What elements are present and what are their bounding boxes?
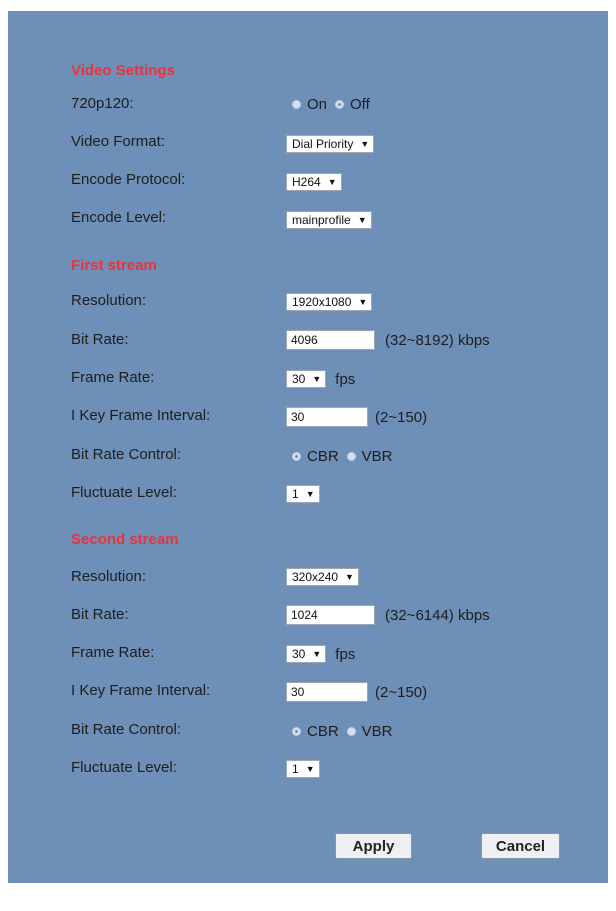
- first-key-frame-hint: (2~150): [375, 408, 428, 426]
- first-frame-rate-select[interactable]: 30 ▼: [286, 370, 327, 388]
- video-settings-panel: Video Settings 720p120: On Off Video For…: [8, 11, 608, 883]
- chevron-down-icon: ▼: [312, 374, 322, 384]
- second-frame-rate-select[interactable]: 30 ▼: [286, 645, 327, 663]
- first-stream-title: First stream: [71, 257, 157, 274]
- first-bit-rate-label: Bit Rate:: [71, 331, 129, 348]
- first-resolution-label: Resolution:: [71, 292, 147, 309]
- chevron-down-icon: ▼: [327, 177, 337, 187]
- first-resolution-select[interactable]: 1920x1080 ▼: [286, 293, 373, 311]
- second-bit-rate-label: Bit Rate:: [71, 606, 129, 623]
- first-vbr-radio[interactable]: [346, 451, 356, 461]
- first-bit-rate-control-group: CBR VBR: [284, 446, 393, 466]
- second-cbr-label: CBR: [307, 722, 339, 740]
- second-vbr-radio[interactable]: [346, 726, 356, 736]
- first-key-frame-label: I Key Frame Interval:: [71, 407, 211, 424]
- second-frame-rate-label: Frame Rate:: [71, 644, 155, 661]
- first-frame-rate-value: 30: [292, 372, 306, 386]
- first-bit-rate-control-label: Bit Rate Control:: [71, 446, 182, 463]
- first-vbr-label: VBR: [361, 447, 393, 465]
- first-cbr-radio[interactable]: [292, 451, 301, 461]
- encode-protocol-label: Encode Protocol:: [71, 171, 186, 188]
- second-frame-rate-unit: fps: [335, 645, 356, 663]
- p720-radio-group: On Off: [284, 94, 370, 114]
- chevron-down-icon: ▼: [360, 139, 370, 149]
- second-vbr-label: VBR: [361, 722, 393, 740]
- second-bit-rate-control-group: CBR VBR: [284, 721, 393, 741]
- encode-protocol-value: H264: [292, 175, 321, 189]
- chevron-down-icon: ▼: [305, 489, 315, 499]
- second-cbr-radio[interactable]: [292, 726, 301, 736]
- second-bit-rate-control-label: Bit Rate Control:: [71, 721, 182, 738]
- second-fluctuate-value: 1: [292, 762, 299, 776]
- first-fluctuate-select[interactable]: 1 ▼: [286, 485, 320, 503]
- first-frame-rate-label: Frame Rate:: [71, 369, 155, 386]
- first-frame-rate-unit: fps: [335, 370, 356, 388]
- chevron-down-icon: ▼: [345, 572, 354, 582]
- first-cbr-label: CBR: [307, 447, 339, 465]
- second-resolution-value: 320x240: [292, 570, 339, 584]
- encode-level-value: mainprofile: [292, 213, 351, 227]
- cancel-button[interactable]: Cancel: [481, 833, 560, 859]
- encode-protocol-select[interactable]: H264 ▼: [286, 173, 342, 191]
- p720-on-label: On: [307, 95, 328, 113]
- p720-off-label: Off: [350, 95, 370, 113]
- p720-off-radio[interactable]: [335, 99, 345, 109]
- video-format-value: Dial Priority: [292, 137, 354, 151]
- chevron-down-icon: ▼: [312, 649, 322, 659]
- apply-button[interactable]: Apply: [335, 833, 412, 859]
- first-fluctuate-label: Fluctuate Level:: [71, 484, 177, 501]
- p720-label: 720p120:: [71, 95, 134, 112]
- encode-level-select[interactable]: mainprofile ▼: [286, 211, 372, 229]
- video-format-label: Video Format:: [71, 133, 165, 150]
- second-resolution-select[interactable]: 320x240 ▼: [286, 568, 359, 586]
- first-bit-rate-input[interactable]: [286, 330, 375, 350]
- chevron-down-icon: ▼: [358, 297, 368, 307]
- p720-on-radio[interactable]: [292, 99, 301, 109]
- first-fluctuate-value: 1: [292, 487, 299, 501]
- second-bit-rate-input[interactable]: [286, 605, 375, 625]
- video-settings-title: Video Settings: [71, 62, 175, 79]
- second-fluctuate-select[interactable]: 1 ▼: [286, 760, 320, 778]
- first-key-frame-input[interactable]: [286, 407, 368, 427]
- encode-level-label: Encode Level:: [71, 209, 167, 226]
- second-key-frame-hint: (2~150): [375, 683, 428, 701]
- video-format-select[interactable]: Dial Priority ▼: [286, 135, 375, 153]
- second-key-frame-label: I Key Frame Interval:: [71, 682, 211, 699]
- second-stream-title: Second stream: [71, 531, 179, 548]
- second-frame-rate-value: 30: [292, 647, 306, 661]
- second-bit-rate-hint: (32~6144) kbps: [385, 606, 490, 624]
- first-resolution-value: 1920x1080: [292, 295, 352, 309]
- chevron-down-icon: ▼: [357, 215, 367, 225]
- second-resolution-label: Resolution:: [71, 568, 147, 585]
- second-fluctuate-label: Fluctuate Level:: [71, 759, 177, 776]
- second-key-frame-input[interactable]: [286, 682, 368, 702]
- first-bit-rate-hint: (32~8192) kbps: [385, 331, 490, 349]
- chevron-down-icon: ▼: [305, 764, 315, 774]
